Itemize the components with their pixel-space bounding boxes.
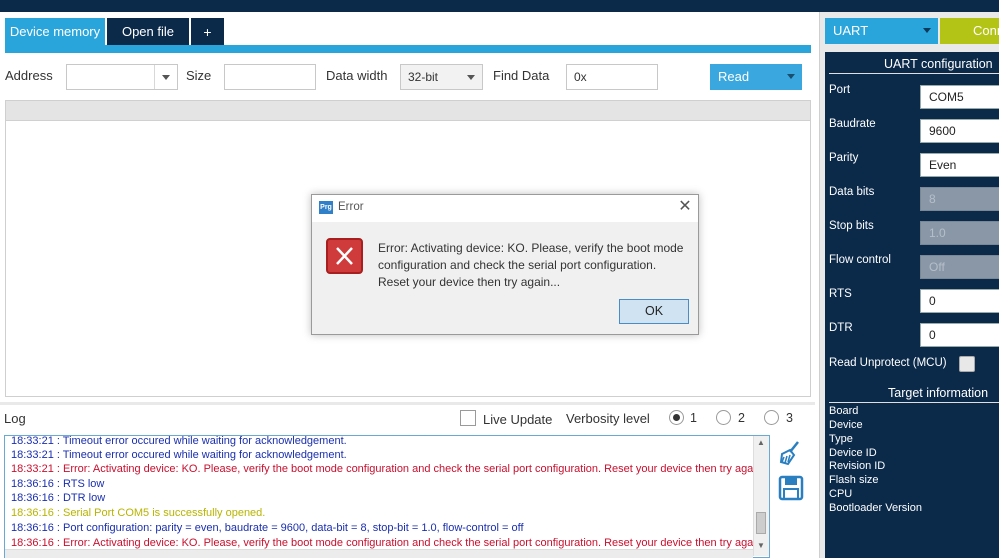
- find-data-value: 0x: [574, 70, 587, 84]
- uart-config-title: UART configuration: [884, 57, 993, 71]
- stop-bits-value: 1.0: [929, 226, 946, 240]
- interface-select[interactable]: UART: [825, 18, 938, 44]
- app-logo-icon: Prg: [319, 201, 333, 214]
- dialog-message: Error: Activating device: KO. Please, ve…: [378, 241, 684, 289]
- splitter[interactable]: [0, 402, 815, 405]
- rts-select[interactable]: 0: [920, 289, 999, 313]
- read-unprotect-label: Read Unprotect (MCU): [829, 357, 947, 369]
- target-info-item: CPU: [829, 488, 853, 500]
- dtr-value: 0: [929, 328, 936, 342]
- baudrate-select[interactable]: 9600: [920, 119, 999, 143]
- chevron-down-icon[interactable]: [916, 18, 938, 42]
- data-bits-label: Data bits: [829, 186, 875, 198]
- baudrate-value: 9600: [929, 124, 956, 138]
- tab-underline: [5, 45, 811, 53]
- data-width-combo[interactable]: 32-bit: [400, 64, 483, 90]
- scroll-down-arrow-icon[interactable]: ▼: [757, 541, 765, 550]
- log-line: 18:36:16 : Serial Port COM5 is successfu…: [11, 507, 266, 519]
- chevron-down-icon[interactable]: [780, 64, 802, 88]
- log-line: 18:36:16 : DTR low: [11, 492, 106, 504]
- floppy-disk-icon[interactable]: [778, 475, 804, 501]
- address-label: Address: [5, 68, 53, 83]
- scroll-up-arrow-icon[interactable]: ▲: [757, 438, 765, 447]
- target-info-item: Device: [829, 419, 863, 431]
- dtr-select[interactable]: 0: [920, 323, 999, 347]
- size-input[interactable]: [224, 64, 316, 90]
- parity-select[interactable]: Even: [920, 153, 999, 177]
- size-label: Size: [186, 68, 212, 83]
- read-button[interactable]: Read: [710, 64, 802, 90]
- log-scroll-thumb[interactable]: [756, 512, 766, 534]
- data-bits-select: 8: [920, 187, 999, 211]
- dialog-titlebar[interactable]: [312, 195, 698, 222]
- tab-open-file[interactable]: Open file: [107, 18, 189, 46]
- find-data-input[interactable]: 0x: [566, 64, 658, 90]
- verbosity-label: Verbosity level: [566, 411, 650, 426]
- live-update-checkbox[interactable]: [460, 410, 476, 426]
- read-label: Read: [718, 69, 750, 84]
- chevron-down-icon[interactable]: [154, 65, 177, 89]
- verbosity-radio-1[interactable]: [669, 410, 684, 425]
- title-strip: [0, 0, 999, 12]
- rts-label: RTS: [829, 288, 852, 300]
- log-title: Log: [4, 411, 26, 426]
- target-info-item: Device ID: [829, 447, 877, 459]
- error-x-icon: [326, 238, 363, 274]
- target-info-item: Bootloader Version: [829, 502, 922, 514]
- log-line: 18:33:21 : Timeout error occured while w…: [11, 449, 347, 461]
- address-combo[interactable]: [66, 64, 178, 90]
- find-data-label: Find Data: [493, 68, 550, 83]
- target-info-title: Target information: [888, 386, 989, 400]
- interface-value: UART: [833, 23, 869, 38]
- target-info-item: Flash size: [829, 474, 879, 486]
- log-line: 18:33:21 : Error: Activating device: KO.…: [11, 463, 770, 475]
- ok-button[interactable]: OK: [619, 299, 689, 324]
- dtr-label: DTR: [829, 322, 853, 334]
- port-label: Port: [829, 84, 851, 96]
- verbosity-option-label: 1: [690, 411, 697, 425]
- log-vertical-scrollbar[interactable]: [753, 436, 769, 556]
- flow-control-select: Off: [920, 255, 999, 279]
- target-info-item: Revision ID: [829, 460, 886, 472]
- divider: [829, 73, 999, 74]
- live-update-label: Live Update: [483, 412, 553, 427]
- data-width-value: 32-bit: [408, 70, 439, 84]
- close-icon[interactable]: ✕: [678, 199, 692, 215]
- flow-control-value: Off: [929, 260, 945, 274]
- log-line: 18:36:16 : Port configuration: parity = …: [11, 522, 524, 534]
- target-info-item: Type: [829, 433, 853, 445]
- tab-device-memory[interactable]: Device memory: [5, 18, 105, 46]
- memory-table-header: [6, 101, 810, 121]
- log-line: 18:36:16 : Error: Activating device: KO.…: [11, 537, 770, 549]
- data-bits-value: 8: [929, 192, 936, 206]
- divider: [829, 402, 999, 403]
- port-select[interactable]: COM5: [920, 85, 999, 109]
- verbosity-option-label: 3: [786, 411, 793, 425]
- parity-label: Parity: [829, 152, 859, 164]
- data-width-label: Data width: [326, 68, 388, 83]
- port-value: COM5: [929, 90, 964, 104]
- baudrate-label: Baudrate: [829, 118, 876, 130]
- verbosity-radio-2[interactable]: [716, 410, 731, 425]
- flow-control-label: Flow control: [829, 254, 891, 266]
- dialog-title: Error: [338, 201, 364, 213]
- verbosity-option-label: 2: [738, 411, 745, 425]
- log-output[interactable]: 18:33:21 : Timeout error occured while w…: [4, 435, 770, 558]
- log-line: 18:33:21 : Timeout error occured while w…: [11, 435, 347, 447]
- add-tab-button[interactable]: +: [191, 18, 224, 46]
- connect-button[interactable]: Connect: [940, 18, 999, 44]
- connect-label: Connect: [973, 23, 999, 38]
- stop-bits-select: 1.0: [920, 221, 999, 245]
- log-line: 18:36:16 : RTS low: [11, 478, 105, 490]
- stop-bits-label: Stop bits: [829, 220, 874, 232]
- verbosity-radio-3[interactable]: [764, 410, 779, 425]
- broom-icon[interactable]: [778, 440, 802, 466]
- log-horizontal-scrollbar[interactable]: [5, 549, 753, 558]
- read-unprotect-checkbox[interactable]: [959, 356, 975, 372]
- chevron-down-icon[interactable]: [460, 65, 482, 89]
- rts-value: 0: [929, 294, 936, 308]
- parity-value: Even: [929, 158, 957, 172]
- target-info-item: Board: [829, 405, 859, 417]
